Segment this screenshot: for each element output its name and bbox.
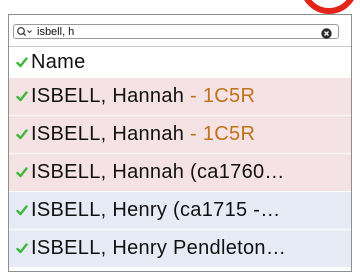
list-item-suffix: - 1C5R — [184, 85, 256, 107]
list-item-suffix: - 1C5R — [184, 123, 256, 145]
column-header-label: Name — [31, 50, 86, 73]
search-icon[interactable] — [16, 25, 34, 38]
search-input[interactable] — [37, 25, 307, 38]
list-item[interactable]: ISBELL, Henry (ca1715 -… — [9, 192, 351, 229]
list-item[interactable]: ISBELL, Hannah - 1C5R — [9, 78, 351, 115]
list-item-name: ISBELL, Hannah - 1C5R — [31, 85, 256, 107]
list-item-name: ISBELL, Henry Pendleton… — [31, 237, 287, 259]
checkmark-icon — [15, 243, 29, 255]
search-row — [9, 15, 351, 47]
checkmark-icon — [15, 129, 29, 141]
list-item-name: ISBELL, Hannah - 1C5R — [31, 123, 256, 145]
checkmark-icon — [15, 205, 29, 217]
list-item[interactable]: ISBELL, Hannah (ca1760… — [9, 154, 351, 191]
list-item-name: ISBELL, Hannah (ca1760… — [31, 161, 285, 183]
list-item-name: ISBELL, Henry (ca1715 -… — [31, 199, 281, 221]
checkmark-icon — [15, 56, 29, 68]
search-field[interactable] — [13, 24, 339, 39]
name-list-panel: Name ISBELL, Hannah - 1C5R ISBELL, Hanna… — [8, 14, 352, 272]
column-header[interactable]: Name — [9, 46, 351, 78]
list-item[interactable]: ISBELL, Hannah - 1C5R — [9, 116, 351, 153]
red-circle-annotation — [300, 0, 358, 14]
checkmark-icon — [15, 91, 29, 103]
list-item[interactable]: ISBELL, Henry Pendleton… — [9, 230, 351, 267]
checkmark-icon — [15, 167, 29, 179]
clear-icon[interactable] — [321, 26, 332, 39]
